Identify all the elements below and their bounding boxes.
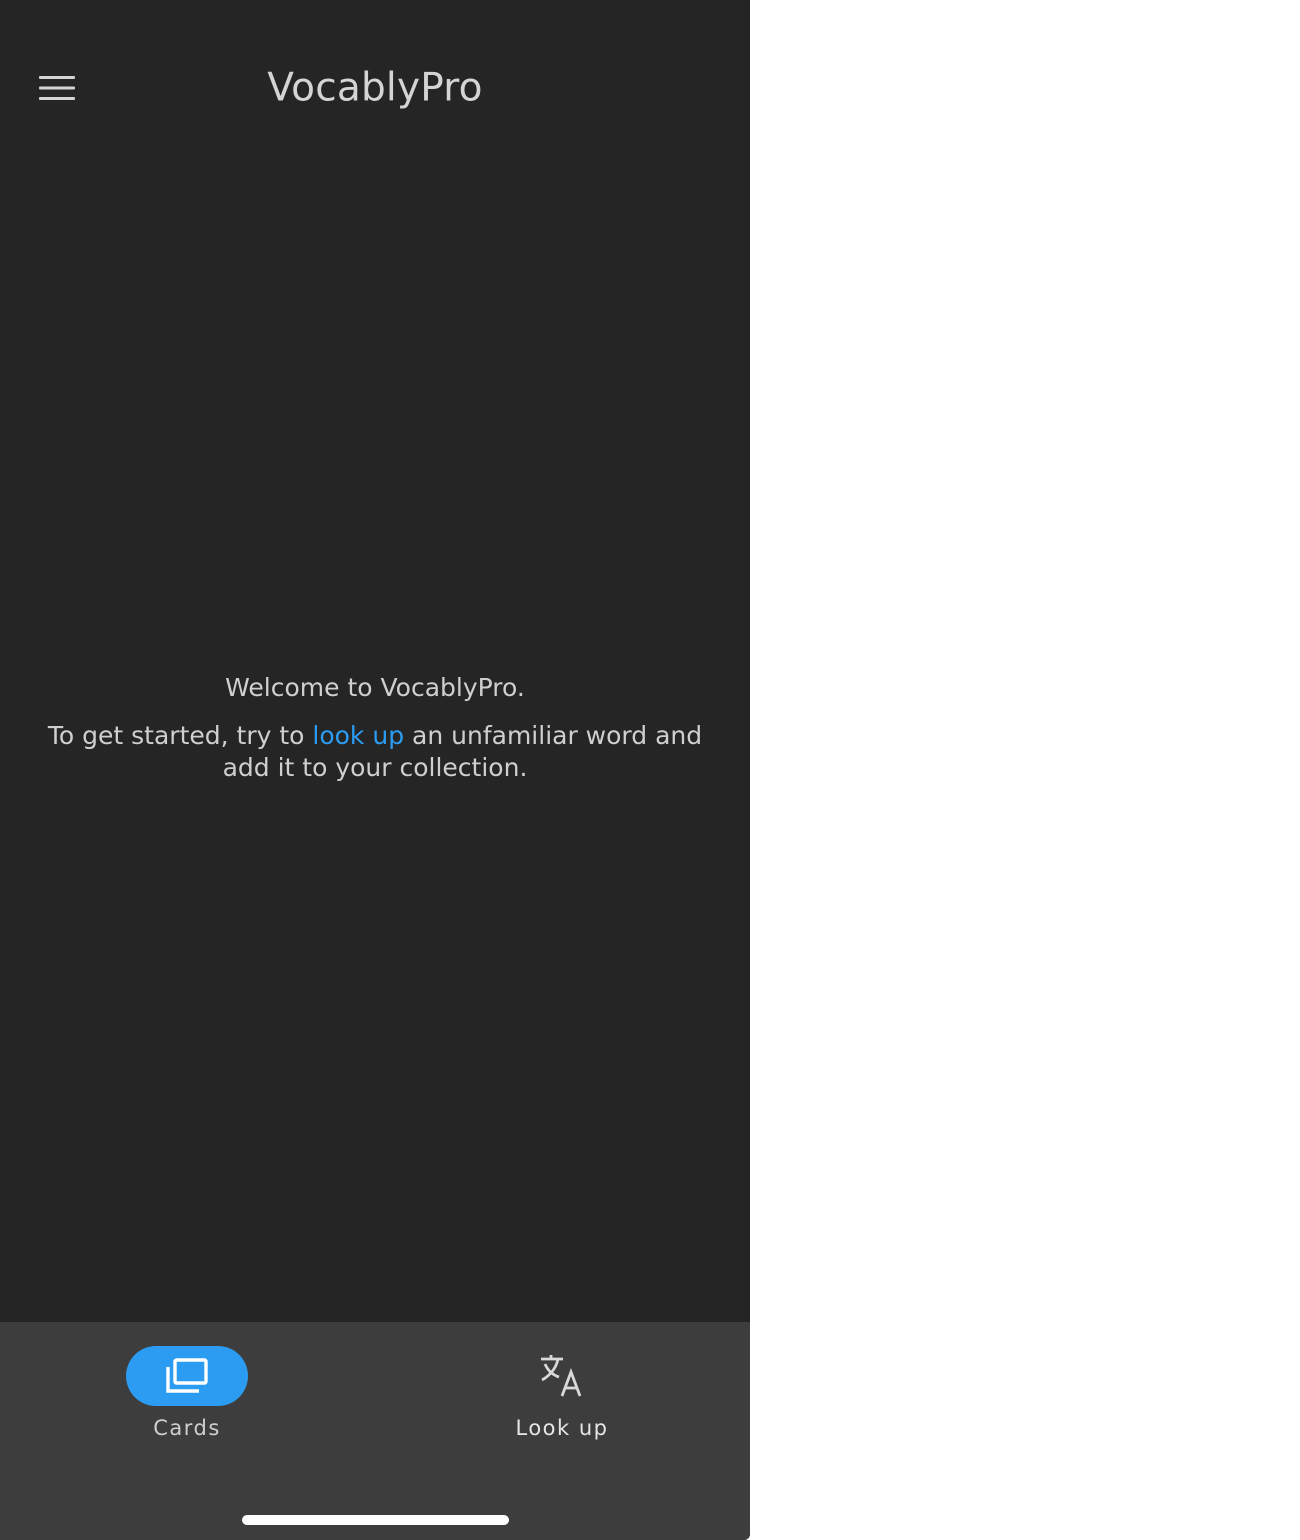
translate-icon <box>541 1355 582 1397</box>
cards-icon <box>166 1358 208 1393</box>
nav-item-look-up[interactable]: Look up <box>462 1346 662 1456</box>
nav-label-look-up: Look up <box>515 1416 609 1440</box>
nav-item-cards[interactable]: Cards <box>87 1346 287 1456</box>
nav-active-indicator <box>126 1346 248 1406</box>
app-bar: VocablyPro <box>0 38 750 138</box>
app-screen: VocablyPro Welcome to VocablyPro. To get… <box>0 0 750 1540</box>
hint-text-before: To get started, try to <box>47 721 313 750</box>
nav-icon-holder <box>501 1346 623 1406</box>
empty-state-message: Welcome to VocablyPro. To get started, t… <box>0 672 750 784</box>
getting-started-hint: To get started, try to look up an unfami… <box>35 720 715 784</box>
bottom-navigation: Cards Look up <box>0 1322 750 1540</box>
welcome-text: Welcome to VocablyPro. <box>225 673 525 702</box>
nav-label-cards: Cards <box>153 1416 221 1440</box>
home-indicator[interactable] <box>242 1515 509 1525</box>
look-up-link[interactable]: look up <box>312 721 404 750</box>
app-title: VocablyPro <box>267 65 483 111</box>
